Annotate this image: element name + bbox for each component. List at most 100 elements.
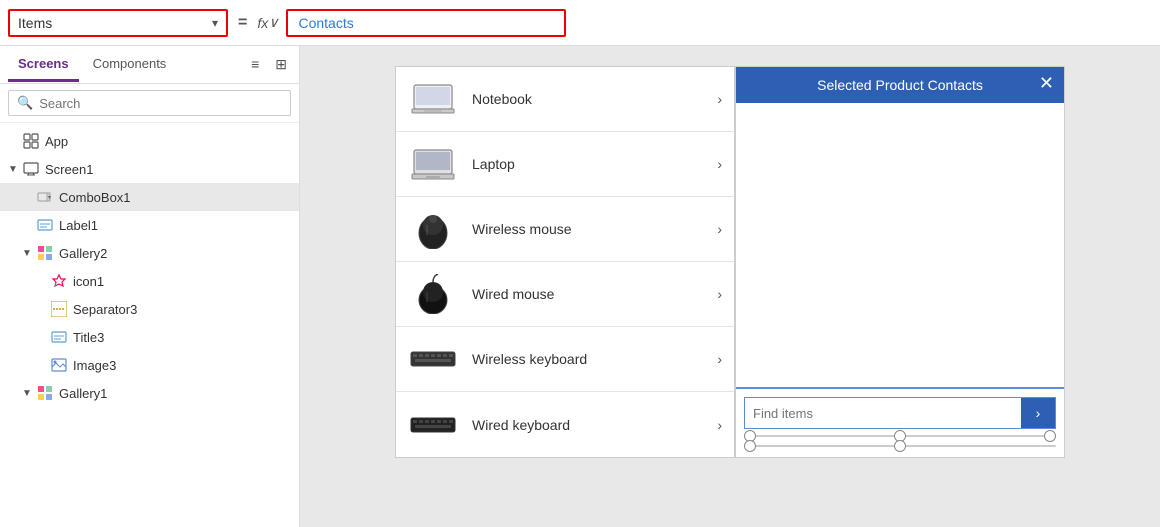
screen-icon xyxy=(22,160,40,178)
gallery2-label: Gallery2 xyxy=(59,246,107,261)
laptop-image xyxy=(408,142,458,186)
tree-item-gallery2[interactable]: ▼ Gallery2 xyxy=(0,239,299,267)
product-item-notebook[interactable]: Notebook › xyxy=(396,67,734,132)
product-item-wireless-keyboard[interactable]: Wireless keyboard › xyxy=(396,327,734,392)
tab-icons: ≡ ⊞ xyxy=(247,54,291,75)
search-icon: 🔍 xyxy=(17,95,33,111)
gallery2-icon xyxy=(36,244,54,262)
close-icon[interactable]: ✕ xyxy=(1039,73,1054,94)
equals-sign: = xyxy=(238,14,247,32)
icon1-icon: + xyxy=(50,272,68,290)
image3-label: Image3 xyxy=(73,358,116,373)
tree-item-app[interactable]: App xyxy=(0,127,299,155)
combobox1-label: ComboBox1 xyxy=(59,190,131,205)
wired-mouse-image xyxy=(408,272,458,316)
slider-thumb-left-2[interactable] xyxy=(744,440,756,452)
find-items-input[interactable] xyxy=(745,400,1021,427)
laptop-chevron-icon: › xyxy=(717,156,722,172)
left-panel: Screens Components ≡ ⊞ 🔍 xyxy=(0,46,300,527)
screen1-label: Screen1 xyxy=(45,162,93,177)
slider-row-2 xyxy=(744,443,1056,449)
wired-mouse-chevron-icon: › xyxy=(717,286,722,302)
notebook-name: Notebook xyxy=(472,91,717,107)
expand-icon: ▼ xyxy=(22,248,36,259)
combobox-icon: ▾ xyxy=(36,188,54,206)
label1-label: Label1 xyxy=(59,218,98,233)
product-item-wired-keyboard[interactable]: Wired keyboard › xyxy=(396,392,734,457)
wireless-keyboard-name: Wireless keyboard xyxy=(472,351,717,367)
fx-button[interactable]: fx ∨ xyxy=(257,14,278,31)
gallery1-icon xyxy=(36,384,54,402)
slider-thumb-mid-2[interactable] xyxy=(894,440,906,452)
tree-item-combobox1[interactable]: ▾ ComboBox1 xyxy=(0,183,299,211)
search-row: 🔍 xyxy=(0,84,299,123)
items-dropdown[interactable]: Items ▾ xyxy=(8,9,228,37)
tree-item-title3[interactable]: Title3 xyxy=(0,323,299,351)
app-icon xyxy=(22,132,40,150)
tree-area: App ▼ Screen1 xyxy=(0,123,299,527)
tree-item-screen1[interactable]: ▼ Screen1 xyxy=(0,155,299,183)
product-list: Notebook › Laptop › xyxy=(395,66,735,458)
svg-text:▾: ▾ xyxy=(48,195,51,201)
selected-panel-body xyxy=(736,103,1064,389)
toolbar: Items ▾ = fx ∨ Contacts xyxy=(0,0,1160,46)
selected-panel-header: Selected Product Contacts ✕ xyxy=(736,67,1064,103)
separator3-label: Separator3 xyxy=(73,302,137,317)
tree-item-icon1[interactable]: + icon1 xyxy=(0,267,299,295)
wired-keyboard-name: Wired keyboard xyxy=(472,417,717,433)
right-area: Notebook › Laptop › xyxy=(300,46,1160,527)
wired-mouse-name: Wired mouse xyxy=(472,286,717,302)
wireless-keyboard-image xyxy=(408,337,458,381)
selected-panel-footer: › xyxy=(736,389,1064,457)
formula-box[interactable]: Contacts xyxy=(286,9,566,37)
label-icon xyxy=(36,216,54,234)
dropdown-arrow-icon: ▾ xyxy=(212,16,218,30)
tab-components[interactable]: Components xyxy=(83,48,177,82)
gallery1-label: Gallery1 xyxy=(59,386,107,401)
wireless-keyboard-chevron-icon: › xyxy=(717,351,722,367)
selected-panel-title: Selected Product Contacts xyxy=(817,77,983,93)
expand-icon: ▼ xyxy=(22,388,36,399)
product-item-wired-mouse[interactable]: Wired mouse › xyxy=(396,262,734,327)
notebook-image xyxy=(408,77,458,121)
find-items-arrow-icon: › xyxy=(1036,405,1041,421)
product-item-wireless-mouse[interactable]: Wireless mouse › xyxy=(396,197,734,262)
find-items-row: › xyxy=(744,397,1056,429)
title3-label: Title3 xyxy=(73,330,104,345)
product-item-laptop[interactable]: Laptop › xyxy=(396,132,734,197)
title3-icon xyxy=(50,328,68,346)
fx-label: fx xyxy=(257,15,268,31)
formula-value: Contacts xyxy=(298,15,353,31)
wired-keyboard-image xyxy=(408,403,458,447)
items-label: Items xyxy=(18,15,206,31)
wireless-mouse-name: Wireless mouse xyxy=(472,221,717,237)
app-label: App xyxy=(45,134,68,149)
selected-product-panel: Selected Product Contacts ✕ › xyxy=(735,66,1065,458)
slider-track-1[interactable] xyxy=(744,435,1056,437)
tree-item-separator3[interactable]: Separator3 xyxy=(0,295,299,323)
image3-icon xyxy=(50,356,68,374)
expand-icon: ▼ xyxy=(8,164,22,175)
fx-arrow-icon: ∨ xyxy=(268,14,278,31)
tree-item-gallery1[interactable]: ▼ Gallery1 xyxy=(0,379,299,407)
list-view-icon[interactable]: ≡ xyxy=(247,54,263,75)
slider-track-2[interactable] xyxy=(744,445,1056,447)
tab-screens[interactable]: Screens xyxy=(8,48,79,82)
search-input-wrap: 🔍 xyxy=(8,90,291,116)
search-input[interactable] xyxy=(39,96,282,111)
tree-item-image3[interactable]: Image3 xyxy=(0,351,299,379)
icon1-label: icon1 xyxy=(73,274,104,289)
slider-row-1 xyxy=(744,433,1056,439)
wireless-mouse-image xyxy=(408,207,458,251)
slider-thumb-right-1[interactable] xyxy=(1044,430,1056,442)
tree-item-label1[interactable]: Label1 xyxy=(0,211,299,239)
tabs-row: Screens Components ≡ ⊞ xyxy=(0,46,299,84)
separator3-icon xyxy=(50,300,68,318)
laptop-name: Laptop xyxy=(472,156,717,172)
canvas-area: Notebook › Laptop › xyxy=(395,66,1065,458)
wireless-mouse-chevron-icon: › xyxy=(717,221,722,237)
notebook-chevron-icon: › xyxy=(717,91,722,107)
grid-view-icon[interactable]: ⊞ xyxy=(271,54,291,75)
find-items-button[interactable]: › xyxy=(1021,398,1055,428)
svg-text:+: + xyxy=(54,283,58,289)
